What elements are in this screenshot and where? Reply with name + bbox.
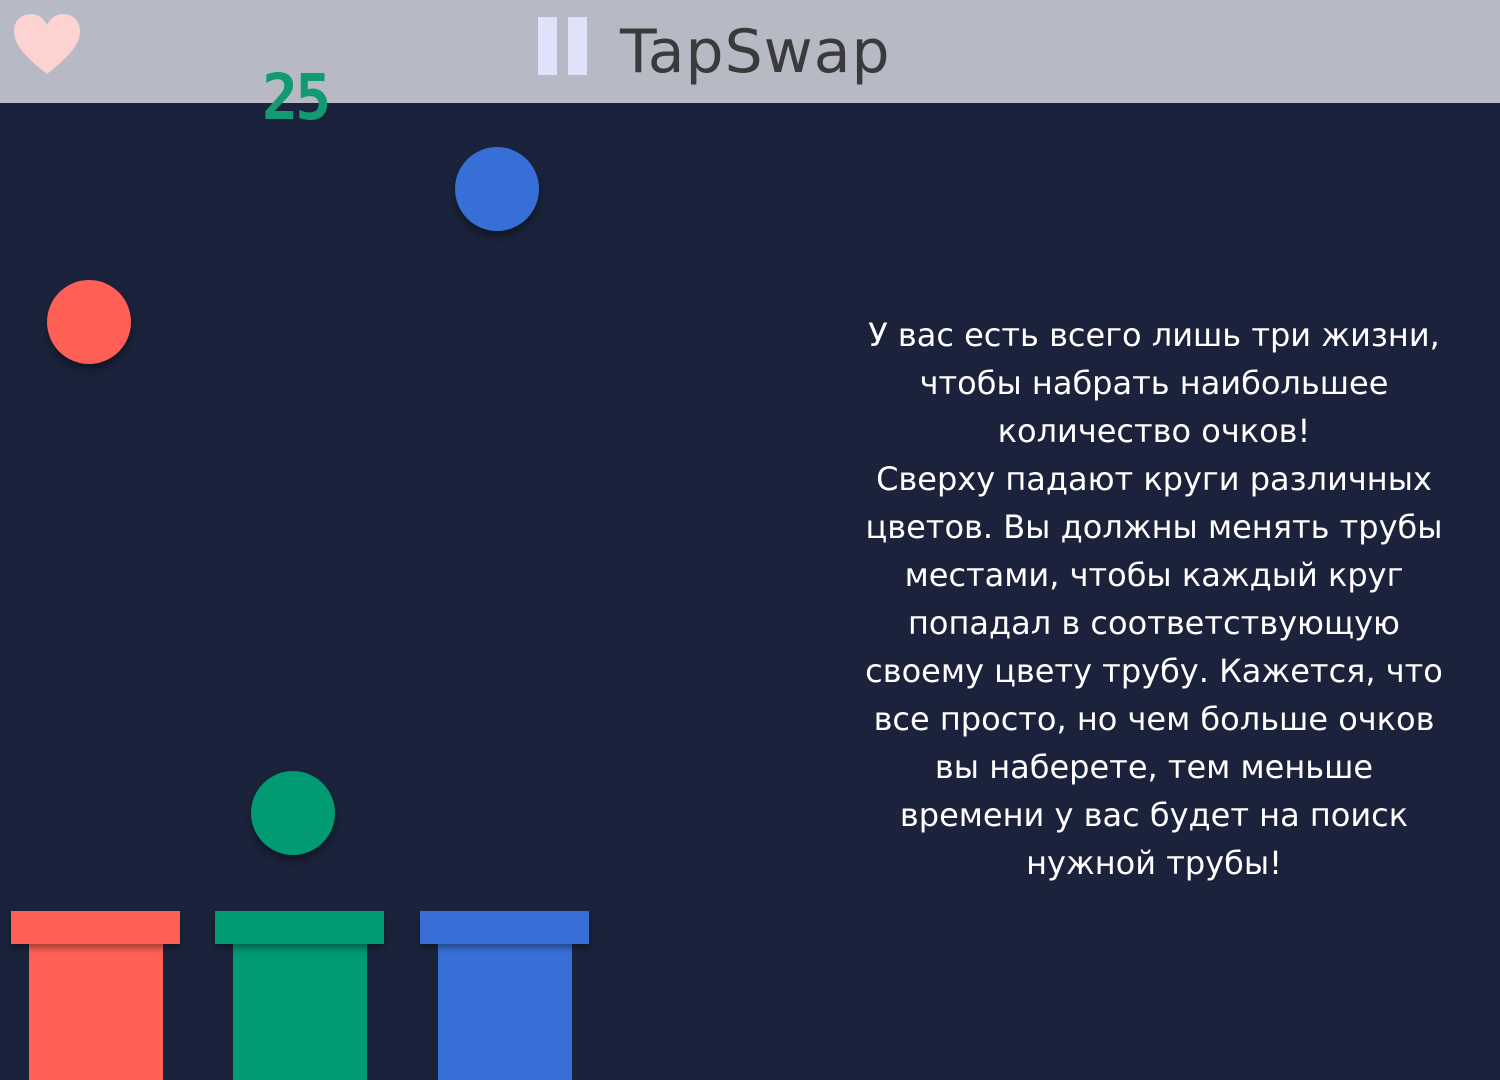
falling-ball-red [47,280,131,364]
pipe-cap [215,911,384,944]
pause-icon-bar [568,17,587,75]
pipe-green[interactable] [215,911,384,1080]
top-bar: TapSwap [0,0,1500,103]
pipe-body [233,944,367,1080]
pipe-blue[interactable] [420,911,589,1080]
falling-ball-green [251,771,335,855]
pipe-red[interactable] [11,911,180,1080]
falling-ball-blue [455,147,539,231]
pipe-cap [420,911,589,944]
heart-icon [14,14,80,74]
pipe-body [438,944,572,1080]
pause-button[interactable] [538,17,590,75]
score-counter: 25 [262,61,331,135]
pause-icon [538,17,557,75]
app-title: TapSwap [620,17,891,87]
pipe-body [29,944,163,1080]
instructions-text: У вас есть всего лишь три жизни, чтобы н… [865,316,1443,882]
pipe-cap [11,911,180,944]
